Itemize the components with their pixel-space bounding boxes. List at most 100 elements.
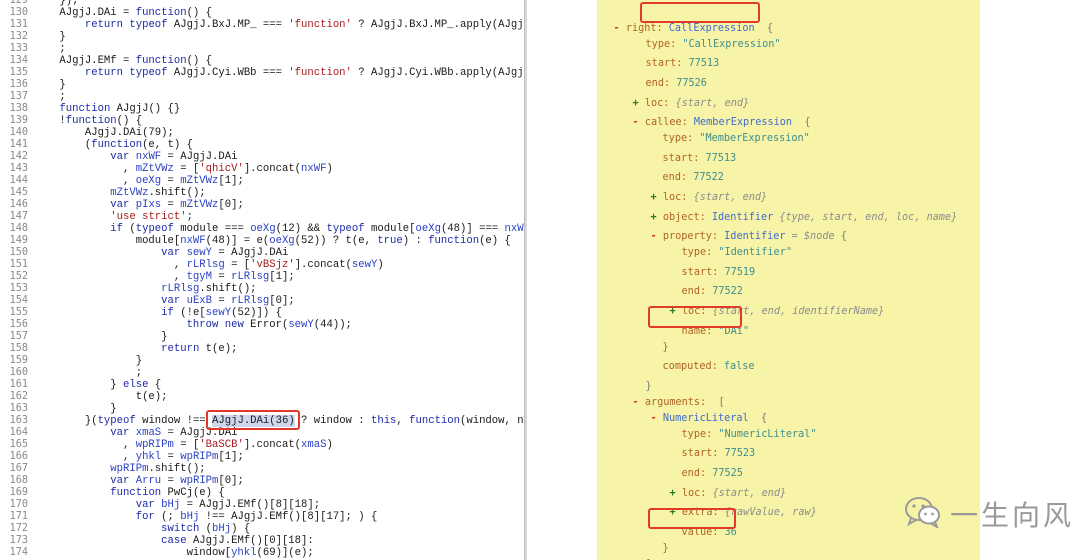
code-line[interactable]: 174 window[yhkl(69)](e);	[0, 547, 524, 559]
code-text[interactable]: ;	[34, 91, 65, 103]
code-text[interactable]: window[yhkl(69)](e);	[34, 547, 314, 559]
code-line[interactable]: 169 function PwCj(e) {	[0, 487, 524, 499]
code-text[interactable]: AJgjJ.DAi = function() {	[34, 7, 212, 19]
code-line[interactable]: 132 }	[0, 31, 524, 43]
code-text[interactable]: var pIxs = mZtVWz[0];	[34, 199, 244, 211]
code-line[interactable]: 165 , wpRIPm = ['BaSCB'].concat(xmaS)	[0, 439, 524, 451]
code-line[interactable]: 138 function AJgjJ() {}	[0, 103, 524, 115]
code-text[interactable]: }	[34, 31, 65, 43]
code-line[interactable]: 143 , mZtVWz = ['qhicV'].concat(nxWF)	[0, 163, 524, 175]
wechat-icon	[904, 496, 942, 532]
code-text[interactable]: mZtVWz.shift();	[34, 187, 205, 199]
code-text[interactable]: module[nxWF(48)] = e(oeXg(52)) ? t(e, tr…	[34, 235, 511, 247]
code-text[interactable]: !function() {	[34, 115, 142, 127]
code-text[interactable]: for (; bHj !== AJgjJ.EMf()[8][17]; ) {	[34, 511, 378, 523]
line-number: 149	[9, 235, 28, 246]
code-text[interactable]: , wpRIPm = ['BaSCB'].concat(xmaS)	[34, 439, 333, 451]
code-text[interactable]: wpRIPm.shift();	[34, 463, 205, 475]
code-line[interactable]: 166 , yhkl = wpRIPm[1];	[0, 451, 524, 463]
code-line[interactable]: 139 !function() {	[0, 115, 524, 127]
code-line[interactable]: 153 rLRlsg.shift();	[0, 283, 524, 295]
code-text[interactable]: var sewY = AJgjJ.DAi	[34, 247, 288, 259]
code-line[interactable]: 134 AJgjJ.EMf = function() {	[0, 55, 524, 67]
code-text[interactable]: function AJgjJ() {}	[34, 103, 180, 115]
code-line[interactable]: 145 mZtVWz.shift();	[0, 187, 524, 199]
code-line[interactable]: 171 for (; bHj !== AJgjJ.EMf()[8][17]; )…	[0, 511, 524, 523]
line-number: 131	[9, 19, 28, 30]
code-line[interactable]: 173 case AJgjJ.EMf()[0][18]:	[0, 535, 524, 547]
code-line[interactable]: 159 }	[0, 355, 524, 367]
code-line[interactable]: 130 AJgjJ.DAi = function() {	[0, 7, 524, 19]
code-text[interactable]: AJgjJ.DAi(79);	[34, 127, 174, 139]
code-line[interactable]: 149 module[nxWF(48)] = e(oeXg(52)) ? t(e…	[0, 235, 524, 247]
code-text[interactable]: , rLRlsg = ['vBSjz'].concat(sewY)	[34, 259, 384, 271]
code-text[interactable]: ;	[34, 43, 65, 55]
code-text[interactable]: });	[34, 0, 78, 7]
code-text[interactable]: t(e);	[34, 391, 168, 403]
code-line[interactable]: 140 AJgjJ.DAi(79);	[0, 127, 524, 139]
code-text[interactable]: if (!e[sewY(52)]) {	[34, 307, 282, 319]
code-line[interactable]: 150 var sewY = AJgjJ.DAi	[0, 247, 524, 259]
code-text[interactable]: rLRlsg.shift();	[34, 283, 256, 295]
code-line[interactable]: 136 }	[0, 79, 524, 91]
code-line[interactable]: 135 return typeof AJgjJ.Cyi.WBb === 'fun…	[0, 67, 524, 79]
code-text[interactable]: , tgyM = rLRlsg[1];	[34, 271, 295, 283]
code-line[interactable]: 137 ;	[0, 91, 524, 103]
line-number: 135	[9, 67, 28, 78]
code-line[interactable]: 172 switch (bHj) {	[0, 523, 524, 535]
code-text[interactable]: , yhkl = wpRIPm[1];	[34, 451, 244, 463]
code-line[interactable]: 147 'use strict';	[0, 211, 524, 223]
code-line[interactable]: 154 var uExB = rLRlsg[0];	[0, 295, 524, 307]
line-number: 133	[9, 43, 28, 54]
ast-tree-panel[interactable]: - right: CallExpression { type: "CallExp…	[597, 0, 980, 560]
code-line[interactable]: 162 t(e);	[0, 391, 524, 403]
code-text[interactable]: return typeof AJgjJ.BxJ.MP_ === 'functio…	[34, 19, 524, 31]
code-line[interactable]: 141 (function(e, t) {	[0, 139, 524, 151]
code-text[interactable]: AJgjJ.EMf = function() {	[34, 55, 212, 67]
code-line[interactable]: 142 var nxWF = AJgjJ.DAi	[0, 151, 524, 163]
code-line[interactable]: 152 , tgyM = rLRlsg[1];	[0, 271, 524, 283]
code-line[interactable]: 144 , oeXg = mZtVWz[1];	[0, 175, 524, 187]
code-line[interactable]: 155 if (!e[sewY(52)]) {	[0, 307, 524, 319]
code-text[interactable]: , mZtVWz = ['qhicV'].concat(nxWF)	[34, 163, 333, 175]
code-line[interactable]: 129 });	[0, 0, 524, 7]
code-line[interactable]: 170 var bHj = AJgjJ.EMf()[8][18];	[0, 499, 524, 511]
code-line[interactable]: 146 var pIxs = mZtVWz[0];	[0, 199, 524, 211]
code-text[interactable]: (function(e, t) {	[34, 139, 193, 151]
code-text[interactable]: case AJgjJ.EMf()[0][18]:	[34, 535, 314, 547]
code-text[interactable]: 'use strict';	[34, 211, 193, 223]
code-line[interactable]: 168 var Arru = wpRIPm[0];	[0, 475, 524, 487]
code-text[interactable]: throw new Error(sewY(44));	[34, 319, 352, 331]
code-line[interactable]: 133 ;	[0, 43, 524, 55]
code-line[interactable]: 161 } else {	[0, 379, 524, 391]
code-text[interactable]: }	[34, 79, 65, 91]
code-text[interactable]: }	[34, 331, 167, 343]
code-line[interactable]: 151 , rLRlsg = ['vBSjz'].concat(sewY)	[0, 259, 524, 271]
code-line[interactable]: 148 if (typeof module === oeXg(12) && ty…	[0, 223, 524, 235]
code-text[interactable]: var uExB = rLRlsg[0];	[34, 295, 295, 307]
code-line[interactable]: 158 return t(e);	[0, 343, 524, 355]
line-number: 166	[9, 451, 28, 462]
code-line[interactable]: 167 wpRIPm.shift();	[0, 463, 524, 475]
code-text[interactable]: var bHj = AJgjJ.EMf()[8][18];	[34, 499, 320, 511]
line-number: 156	[9, 319, 28, 330]
code-text[interactable]: }	[34, 355, 142, 367]
code-text[interactable]: return typeof AJgjJ.Cyi.WBb === 'functio…	[34, 67, 524, 79]
code-text[interactable]: function PwCj(e) {	[34, 487, 224, 499]
code-text[interactable]: } else {	[34, 379, 161, 391]
code-text[interactable]: return t(e);	[34, 343, 237, 355]
line-number: 141	[9, 139, 28, 150]
code-text[interactable]: if (typeof module === oeXg(12) && typeof…	[34, 223, 524, 235]
code-editor[interactable]: 129 }); 130 AJgjJ.DAi = function() {131 r…	[0, 0, 524, 560]
code-text[interactable]: , oeXg = mZtVWz[1];	[34, 175, 244, 187]
code-text[interactable]: switch (bHj) {	[34, 523, 250, 535]
code-text[interactable]: var nxWF = AJgjJ.DAi	[34, 151, 237, 163]
line-number: 150	[9, 247, 28, 258]
code-line[interactable]: 160 ;	[0, 367, 524, 379]
code-text[interactable]: ;	[34, 367, 142, 379]
code-text[interactable]: var Arru = wpRIPm[0];	[34, 475, 244, 487]
code-line[interactable]: 156 throw new Error(sewY(44));	[0, 319, 524, 331]
code-line[interactable]: 131 return typeof AJgjJ.BxJ.MP_ === 'fun…	[0, 19, 524, 31]
code-line[interactable]: 157 }	[0, 331, 524, 343]
code-text[interactable]: }	[34, 403, 116, 415]
